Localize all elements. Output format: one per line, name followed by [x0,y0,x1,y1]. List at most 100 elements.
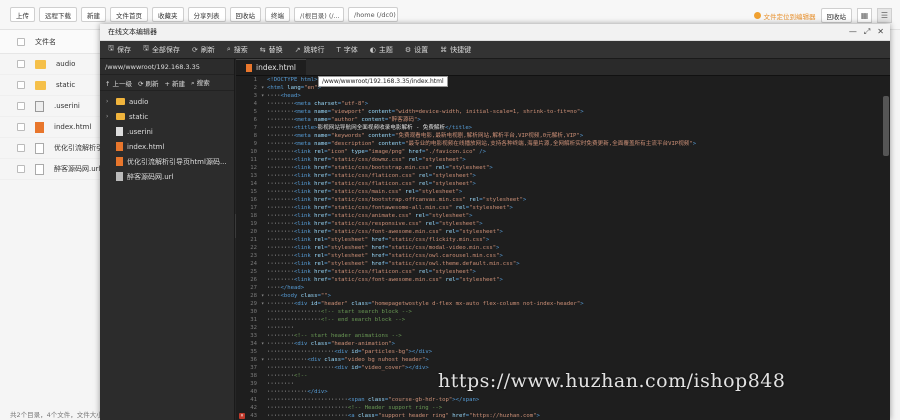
toolbar-goto-line-button[interactable]: ↗ 跳转行 [295,45,325,55]
token-tag: </head> [280,285,305,291]
file-icon [116,127,123,136]
tree-item[interactable]: .userini [100,124,234,139]
line-number: 10 [236,148,261,156]
toolbar-theme-button[interactable]: ◐ 主题 [370,45,393,55]
share-list-button[interactable]: 分享列表 [187,7,226,22]
toolbar-shortcut-button[interactable]: ⌘ 快捷键 [440,45,471,55]
row-checkbox[interactable] [17,144,25,152]
token-val: "video bg nuhost header" [344,357,426,363]
token-attr: content [378,141,402,147]
recycle-right-button[interactable]: 回收站 [820,8,852,23]
toolbar-search-button[interactable]: ⌕ 搜索 [227,45,248,55]
token-attr: rel [405,189,416,195]
root-dir-button[interactable]: 文件首页 [110,7,148,22]
tree-item-label: 优化引流解析引导页html源码... [127,157,227,166]
tree-item[interactable]: › static [100,109,234,124]
row-checkbox[interactable] [17,81,25,89]
sidebar-new-button[interactable]: + 新建 [165,78,186,88]
token-attr: href [314,165,328,171]
token-attr: type [351,149,365,155]
code-line: 8 ········<meta name="keywords" content="… [236,132,890,140]
sidebar-search-button[interactable]: ⌕ 搜索 [191,77,210,88]
file-name[interactable]: audio [56,60,75,68]
token-attr: href [408,149,422,155]
file-name[interactable]: .userini [54,102,80,110]
terminal-button[interactable]: 终端 [265,7,290,22]
code-scrollbar[interactable] [882,76,890,420]
row-checkbox[interactable] [17,123,25,131]
maximize-icon[interactable]: ⤢ [864,27,870,37]
tree-item[interactable]: › audio [100,94,234,109]
row-checkbox[interactable] [17,102,25,110]
toolbar-replace-button[interactable]: ⇆ 替换 [260,45,283,55]
file-name[interactable]: 醉客源码网.url [54,164,100,174]
toolbar-font-button[interactable]: T 字体 [336,45,357,55]
line-number: 34 [236,340,261,348]
recycle-bin-button[interactable]: 回收站 [229,7,261,22]
token-ind: ········ [267,157,294,163]
code-text: ········<link href="static/css/flaticon.… [267,180,476,188]
row-checkbox[interactable] [17,165,25,173]
code-line: 23 ········<link rel="stylesheet" href="s… [236,252,890,260]
token-tag: <link [293,189,315,195]
file-name[interactable]: index.html [54,123,91,131]
tab-index-html[interactable]: index.html [236,59,306,75]
row-checkbox[interactable] [17,60,25,68]
list-view-icon[interactable]: ☰ [877,8,892,23]
toolbar-save-all-button[interactable]: 🖫 全部保存 [143,44,180,55]
tree-item[interactable]: 醉客源码网.url [100,169,234,184]
code-text: ········<link rel="stylesheet" href="sta… [267,260,520,268]
token-tag: > [417,117,421,123]
sidebar-refresh-button[interactable]: ⟳ 刷新 [138,78,159,88]
code-text: ················<!-- end search block --… [267,316,405,324]
line-number: 29 [236,300,261,308]
token-ind: ························ [267,397,348,403]
token-ind: ········ [267,141,294,147]
upload-button[interactable]: 上传 [10,7,35,22]
token-val: "stylesheet" [459,229,500,235]
up-level-button[interactable]: ↑ 上一级 [105,78,132,88]
code-text: ········<link href="static/css/flaticon.… [267,172,476,180]
chevron-right-icon[interactable]: › [106,98,112,105]
path-tab-root[interactable]: /(根目录) (/... [294,7,344,22]
minimize-icon[interactable]: — [849,27,857,37]
file-name[interactable]: static [56,81,75,89]
column-filename[interactable]: 文件名 [35,37,56,47]
grid-view-icon[interactable]: ▦ [857,8,872,23]
code-line: 20 ········<link href="static/css/font-aw… [236,228,890,236]
code-text: ········<link href="static/css/responsiv… [267,220,483,228]
html-file-icon [116,157,123,166]
remote-download-button[interactable]: 远程下载 [39,7,77,22]
token-attr: href [314,173,328,179]
tree-item-label: audio [129,97,149,106]
scrollbar-thumb[interactable] [883,96,889,156]
code-area[interactable]: 1 <!DOCTYPE html> 2 ▾ <html lang="en"> 3 ▾ ····… [236,76,890,420]
line-number-text: 33 [250,333,257,339]
token-val: "" [320,293,328,299]
new-button[interactable]: 新建 [81,7,106,22]
chevron-right-icon[interactable]: › [106,113,112,120]
line-number-text: 16 [250,197,257,203]
line-number-text: 32 [250,325,257,331]
tree-item[interactable]: 优化引流解析引导页html源码... [100,154,234,169]
toolbar-save-button[interactable]: 🖫 保存 [108,44,131,55]
line-number-text: 6 [253,117,257,123]
toolbar-refresh-button[interactable]: ⟳ 刷新 [192,45,215,55]
token-val: "homepagetwostyle d-flex mx-auto flex-co… [371,301,581,307]
code-line: 36 ▾ ············<div class="video bg nuho… [236,356,890,364]
save-icon: 🖫 [108,44,114,52]
close-icon[interactable]: ✕ [877,27,884,37]
path-tab-home[interactable]: /home (/dc0) [348,7,398,22]
editor-hint[interactable]: 文件定位到编辑器 [753,11,816,21]
token-attr: name [314,141,328,147]
favorites-button[interactable]: 收藏夹 [152,7,184,22]
tree-item[interactable]: index.html [100,139,234,154]
toolbar-settings-button[interactable]: ⚙ 设置 [405,45,428,55]
toolbar-label: 保存 [116,45,131,54]
folder-icon [116,113,125,120]
code-text: ············</div> [267,388,328,396]
code-line: 32 ········ [236,324,890,332]
select-all-checkbox[interactable] [17,37,25,46]
token-val: "免费观看电影,最新电视剧,解析网站,解析平台,VIP视频,0元解析,VIP" [395,133,580,139]
code-text: ········ [267,324,294,332]
